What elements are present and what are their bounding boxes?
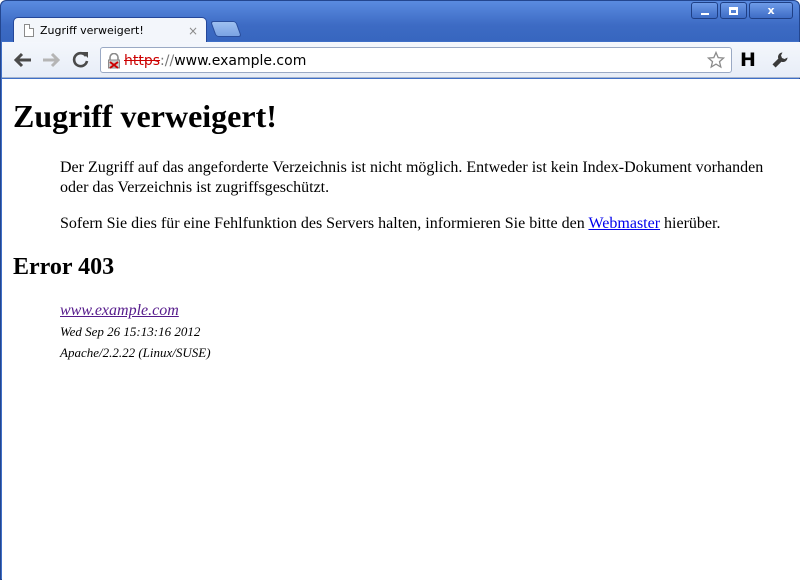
- reload-button[interactable]: [70, 50, 92, 70]
- page-title: Zugriff verweigert!: [13, 98, 277, 134]
- forward-button[interactable]: [40, 50, 62, 70]
- error-description: Der Zugriff auf das angeforderte Verzeic…: [60, 159, 764, 196]
- browser-window: x Zugriff verweigert! × https://www.exam…: [0, 0, 800, 580]
- forward-icon: [43, 52, 60, 68]
- url-text[interactable]: https://www.example.com: [124, 53, 306, 69]
- maximize-icon: [729, 6, 738, 15]
- page-icon: [24, 24, 34, 37]
- server-date: Wed Sep 26 15:13:16 2012: [60, 324, 201, 339]
- back-icon: [14, 52, 31, 68]
- tab-close-icon[interactable]: ×: [188, 24, 198, 38]
- server-host-link[interactable]: www.example.com: [60, 302, 179, 320]
- window-controls: x: [689, 2, 793, 19]
- wrench-icon[interactable]: [771, 51, 789, 69]
- maximize-button[interactable]: [720, 2, 747, 19]
- extension-h-button[interactable]: H: [740, 49, 756, 71]
- server-software: Apache/2.2.22 (Linux/SUSE): [60, 345, 211, 360]
- address-bar[interactable]: https://www.example.com: [100, 47, 732, 73]
- page-content: Zugriff verweigert! Der Zugriff auf das …: [2, 79, 800, 580]
- url-separator: ://: [160, 53, 175, 69]
- tab-title: Zugriff verweigert!: [40, 24, 144, 37]
- error-code-heading: Error 403: [13, 254, 115, 280]
- minimize-icon: [700, 12, 709, 15]
- back-button[interactable]: [12, 50, 34, 70]
- close-icon: x: [767, 4, 775, 17]
- toolbar: https://www.example.com H: [2, 42, 800, 78]
- url-host: www.example.com: [174, 53, 307, 69]
- notice-text-before: Sofern Sie dies für eine Fehlfunktion de…: [60, 215, 589, 232]
- minimize-button[interactable]: [691, 2, 718, 19]
- url-scheme: https: [124, 53, 161, 69]
- close-window-button[interactable]: x: [749, 2, 793, 19]
- webmaster-notice: Sofern Sie dies für eine Fehlfunktion de…: [60, 214, 780, 234]
- star-icon[interactable]: [707, 51, 725, 69]
- notice-text-after: hierüber.: [660, 215, 721, 232]
- broken-lock-icon: [108, 53, 120, 69]
- tab-active[interactable]: Zugriff verweigert! ×: [13, 17, 207, 43]
- reload-icon: [72, 51, 89, 68]
- webmaster-link[interactable]: Webmaster: [588, 215, 660, 232]
- new-tab-button[interactable]: [210, 21, 242, 37]
